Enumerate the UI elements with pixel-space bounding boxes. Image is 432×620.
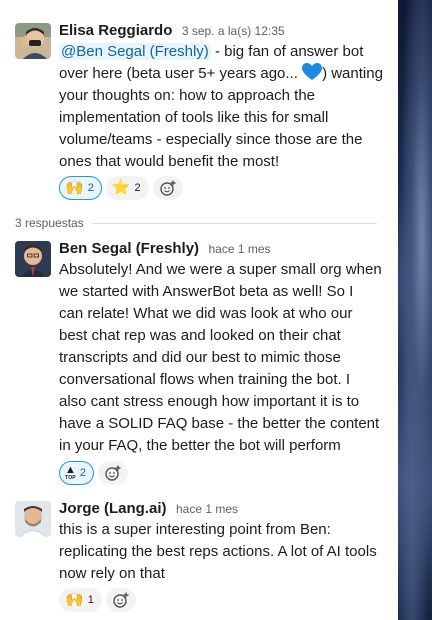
text-line: implementation of tools like this for sm…: [59, 109, 329, 126]
timestamp[interactable]: 3 sep. a la(s) 12:35: [182, 24, 285, 38]
add-reaction-icon: [159, 180, 176, 196]
message-text: @Ben Segal (Freshly) - big fan of answer…: [59, 41, 384, 173]
text-line: also cant stress enough how important it…: [59, 393, 360, 410]
text-line: Absolutely! And we were a super small or…: [59, 261, 382, 278]
raised-hands-icon: 🙌: [65, 179, 84, 196]
text-line: ones that would benefit the most!: [59, 153, 280, 170]
reaction-raised-hands[interactable]: 🙌 2: [59, 176, 102, 200]
text-line: this is a super interesting point from B…: [59, 521, 331, 538]
add-reaction-button[interactable]: [152, 176, 183, 200]
desktop-background: [398, 0, 432, 620]
reaction-bar: ▲ TOP 2: [59, 461, 129, 485]
text-line: your thoughts on: how to approach the: [59, 87, 316, 104]
reaction-raised-hands[interactable]: 🙌 1: [59, 588, 102, 612]
avatar[interactable]: [15, 23, 51, 59]
text-segment: - big fan of answer bot: [210, 43, 364, 60]
text-line: can relate! What we did was look at who …: [59, 305, 353, 322]
add-reaction-icon: [105, 465, 121, 481]
avatar[interactable]: [15, 501, 51, 537]
message-text: Absolutely! And we were a super small or…: [59, 259, 384, 457]
divider-line: [91, 222, 377, 224]
text-line: in your FAQ, the better the bot will per…: [59, 437, 341, 454]
reaction-count: 2: [134, 182, 141, 194]
reaction-top[interactable]: ▲ TOP 2: [59, 461, 95, 485]
thread-panel: Elisa Reggiardo 3 sep. a la(s) 12:35 @Be…: [0, 0, 398, 620]
text-line: best chat rep was and looked on their ch…: [59, 327, 341, 344]
author-name[interactable]: Ben Segal (Freshly): [59, 240, 199, 257]
text-line: replicating the best reps actions. A lot…: [59, 543, 377, 560]
reaction-count: 1: [87, 594, 94, 606]
message-text: this is a super interesting point from B…: [59, 519, 384, 585]
reaction-count: 2: [79, 467, 87, 479]
add-reaction-button[interactable]: [98, 461, 129, 485]
reaction-count: 2: [87, 182, 94, 194]
reaction-star[interactable]: ⭐ 2: [105, 176, 149, 200]
add-reaction-icon: [113, 592, 129, 608]
user-mention[interactable]: @Ben Segal (Freshly): [59, 43, 211, 60]
message-jorge: Jorge (Lang.ai) hace 1 mes this is a sup…: [0, 495, 398, 620]
text-line: have a SOLID FAQ base - the better the c…: [59, 415, 380, 432]
timestamp[interactable]: hace 1 mes: [209, 242, 271, 256]
top-arrow-icon: ▲ TOP: [65, 464, 76, 481]
avatar[interactable]: [15, 241, 51, 277]
timestamp[interactable]: hace 1 mes: [176, 502, 238, 516]
blue-heart-icon: [302, 63, 323, 81]
message-elisa: Elisa Reggiardo 3 sep. a la(s) 12:35 @Be…: [0, 0, 398, 205]
text-segment: over here (beta user 5+ years ago...: [59, 65, 303, 82]
text-line: transcripts and did our best to mimic th…: [59, 349, 341, 366]
author-name[interactable]: Elisa Reggiardo: [59, 22, 172, 39]
replies-count: 3 respuestas: [15, 216, 84, 230]
add-reaction-button[interactable]: [105, 588, 136, 612]
reaction-bar: 🙌 1: [59, 588, 136, 612]
raised-hands-icon: 🙌: [65, 591, 84, 608]
text-line: volume/teams - especially since those ar…: [59, 131, 363, 148]
top-label: TOP: [65, 475, 76, 481]
star-icon: ⭐: [111, 179, 131, 196]
author-name[interactable]: Jorge (Lang.ai): [59, 500, 167, 517]
reaction-bar: 🙌 2 ⭐ 2: [59, 176, 183, 200]
text-line: now rely on that: [59, 565, 165, 582]
text-segment: ) wanting: [322, 65, 383, 82]
replies-divider: 3 respuestas: [15, 215, 377, 231]
text-line: conversational flows when training the b…: [59, 371, 350, 388]
message-ben: Ben Segal (Freshly) hace 1 mes Absolutel…: [0, 235, 398, 490]
text-line: we started with AnswerBot beta as well! …: [59, 283, 354, 300]
